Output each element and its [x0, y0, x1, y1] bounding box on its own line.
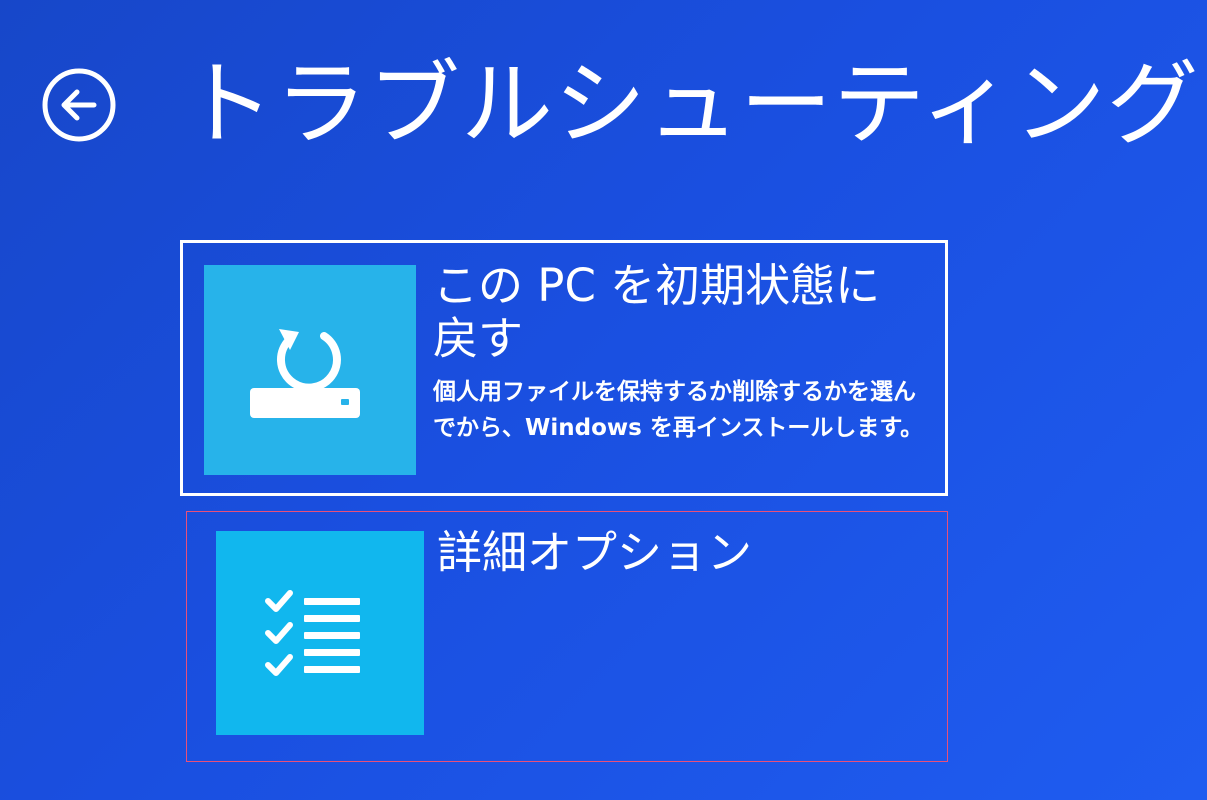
- reset-pc-text: この PC を初期状態に戻す 個人用ファイルを保持するか削除するかを選んでから、…: [433, 259, 925, 446]
- reset-pc-icon: [250, 329, 360, 418]
- header: トラブルシューティング: [40, 40, 1199, 170]
- reset-pc-option[interactable]: この PC を初期状態に戻す 個人用ファイルを保持するか削除するかを選んでから、…: [180, 240, 948, 496]
- advanced-options-option[interactable]: 詳細オプション: [186, 511, 948, 762]
- option-title: 詳細オプション: [437, 526, 753, 579]
- checklist-icon: [265, 590, 360, 676]
- advanced-options-text: 詳細オプション: [437, 526, 927, 579]
- advanced-options-tile: [216, 531, 424, 735]
- back-arrow-icon[interactable]: [40, 66, 118, 144]
- option-description: 個人用ファイルを保持するか削除するかを選んでから、Windows を再インストー…: [433, 379, 924, 441]
- page-title: トラブルシューティング: [182, 51, 1200, 158]
- reset-pc-tile: [204, 265, 416, 475]
- option-title: この PC を初期状態に戻す: [433, 259, 881, 366]
